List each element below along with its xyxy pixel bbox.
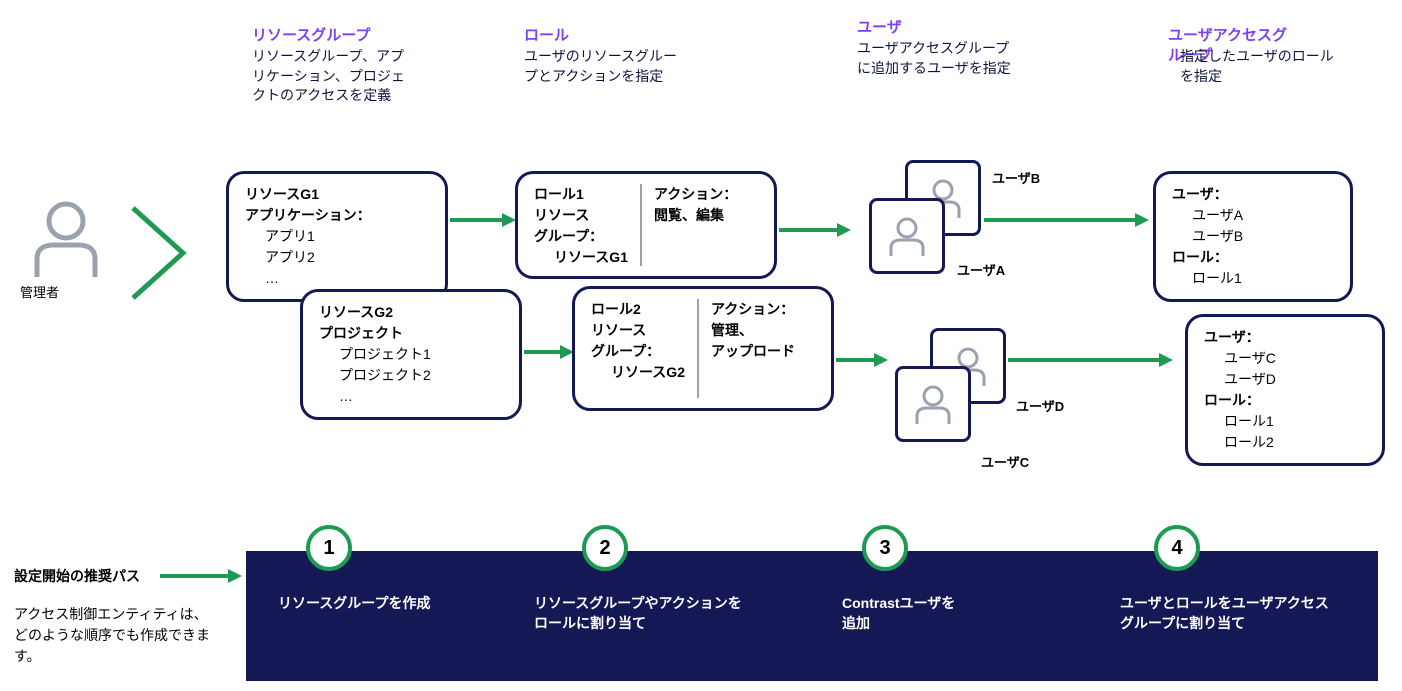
resource-group-2-card: リソースG2 プロジェクト プロジェクト1 プロジェクト2 …	[300, 289, 522, 420]
role1-action-label: アクション：	[654, 184, 737, 205]
user-icon	[885, 214, 929, 258]
rg2-item-2: …	[339, 386, 503, 407]
header-uag-title-1: ユーザアクセスグ	[1168, 24, 1287, 45]
user-a-label: ユーザA	[957, 260, 1005, 279]
uag2-role-1: ロール2	[1224, 432, 1366, 453]
rg1-label: アプリケーション：	[245, 205, 429, 226]
header-role-desc: ユーザのリソースグループとアクションを指定	[524, 47, 684, 86]
user-a-card	[869, 198, 945, 274]
uag1-role-label: ロール：	[1172, 247, 1334, 268]
arrow-recommended-path	[158, 566, 244, 586]
role-2-card: ロール2 リソース グループ： リソースG2 アクション： 管理、 アップロード	[572, 286, 834, 411]
user-access-group-2-card: ユーザ： ユーザC ユーザD ロール： ロール1 ロール2	[1185, 314, 1385, 466]
rg2-item-1: プロジェクト2	[339, 365, 503, 386]
arrow-users-uag2	[1006, 350, 1176, 370]
rg1-item-0: アプリ1	[265, 226, 429, 247]
role2-actions: 管理、 アップロード	[711, 320, 795, 362]
header-resource-group-desc: リソースグループ、アプリケーション、プロジェクトのアクセスを定義	[252, 47, 412, 106]
role2-rg-label: リソース グループ：	[591, 320, 685, 362]
step-2-circle: 2	[582, 525, 628, 571]
header-resource-group-title: リソースグループ	[252, 24, 370, 45]
arrow-users-uag1	[982, 210, 1152, 230]
user-b-label: ユーザB	[992, 168, 1040, 187]
role2-name: ロール2	[591, 299, 685, 320]
step-2-num: 2	[599, 537, 610, 560]
user-icon	[911, 382, 955, 426]
step-4-text: ユーザとロールをユーザアクセスグループに割り当て	[1120, 594, 1330, 633]
role-1-card: ロール1 リソース グループ： リソースG1 アクション： 閲覧、編集	[515, 171, 777, 279]
rg2-label: プロジェクト	[319, 323, 503, 344]
role1-name: ロール1	[534, 184, 628, 205]
uag1-user-0: ユーザA	[1192, 205, 1334, 226]
uag1-role-0: ロール1	[1192, 268, 1334, 289]
rg1-item-2: …	[265, 268, 429, 289]
user-c-label: ユーザC	[981, 452, 1029, 471]
rg2-name: リソースG2	[319, 302, 503, 323]
any-order-note: アクセス制御エンティティは、どのような順序でも作成できます。	[14, 604, 214, 667]
step-3-text: Contrastユーザを 追加	[842, 594, 1042, 633]
uag2-user-0: ユーザC	[1224, 348, 1366, 369]
step-3-circle: 3	[862, 525, 908, 571]
user-d-label: ユーザD	[1016, 396, 1064, 415]
arrow-rg1-role1	[448, 210, 518, 230]
rg1-item-1: アプリ2	[265, 247, 429, 268]
recommended-path-label: 設定開始の推奨パス	[14, 566, 140, 586]
role2-action-label: アクション：	[711, 299, 795, 320]
step-1-circle: 1	[306, 525, 352, 571]
header-user-desc: ユーザアクセスグループに追加するユーザを指定	[857, 39, 1017, 78]
arrow-rg2-role2	[522, 342, 576, 362]
step-1-text: リソースグループを作成	[278, 594, 478, 614]
role1-rg-label: リソース グループ：	[534, 205, 628, 247]
chevron-icon	[118, 198, 208, 308]
step-3-num: 3	[879, 537, 890, 560]
user-access-group-1-card: ユーザ： ユーザA ユーザB ロール： ロール1	[1153, 171, 1353, 302]
role1-actions: 閲覧、編集	[654, 205, 737, 226]
arrow-role2-usersC	[834, 350, 890, 370]
uag1-user-1: ユーザB	[1192, 226, 1334, 247]
user-c-card	[895, 366, 971, 442]
header-role-title: ロール	[524, 24, 569, 45]
header-user-title: ユーザ	[857, 16, 902, 37]
uag1-user-label: ユーザ：	[1172, 184, 1334, 205]
role2-rg-value: リソースG2	[591, 362, 685, 383]
step-2-text: リソースグループやアクションをロールに割り当て	[534, 594, 744, 633]
rg1-name: リソースG1	[245, 184, 429, 205]
resource-group-1-card: リソースG1 アプリケーション： アプリ1 アプリ2 …	[226, 171, 448, 302]
admin-icon	[30, 199, 102, 282]
step-4-num: 4	[1171, 537, 1182, 560]
arrow-role1-usersA	[777, 220, 853, 240]
uag2-role-label: ロール：	[1204, 390, 1366, 411]
rg2-item-0: プロジェクト1	[339, 344, 503, 365]
admin-label: 管理者	[20, 282, 59, 301]
step-4-circle: 4	[1154, 525, 1200, 571]
uag2-user-1: ユーザD	[1224, 369, 1366, 390]
header-uag-desc: 指定したユーザのロールを指定	[1180, 47, 1340, 86]
uag2-user-label: ユーザ：	[1204, 327, 1366, 348]
uag2-role-0: ロール1	[1224, 411, 1366, 432]
step-1-num: 1	[323, 537, 334, 560]
role1-rg-value: リソースG1	[534, 247, 628, 268]
